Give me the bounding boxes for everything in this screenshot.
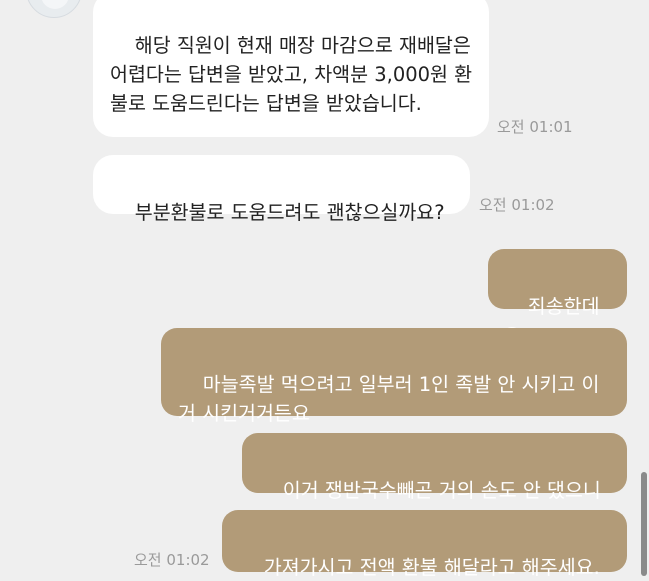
message-timestamp: 오전 01:02 <box>134 551 210 569</box>
chat-window: 해당 직원이 현재 매장 마감으로 재배달은 어렵다는 답변을 받았고, 차액분… <box>0 0 649 581</box>
message-bubble-me[interactable]: 죄송한데요. <box>488 249 627 347</box>
message-timestamp: 오전 01:01 <box>497 118 573 136</box>
message-bubble-me[interactable]: 이거 쟁반국수빼곤 거의 손도 안 댔으니 <box>242 433 627 502</box>
scrollbar-thumb[interactable] <box>641 472 647 576</box>
message-bubble-me[interactable]: 가져가시고 전액 환불 해달라고 해주세요. <box>222 510 627 579</box>
message-bubble-agent[interactable]: 해당 직원이 현재 매장 마감으로 재배달은 어렵다는 답변을 받았고, 차액분… <box>93 0 489 137</box>
message-bubble-agent[interactable]: 부분환불로 도움드려도 괜찮으실까요? <box>93 155 470 224</box>
message-timestamp: 오전 01:02 <box>479 196 555 214</box>
message-text: 마늘족발 먹으려고 일부러 1인 족발 안 시키고 이거 시킨거거든요 <box>178 373 600 425</box>
message-bubble-me[interactable]: 마늘족발 먹으려고 일부러 1인 족발 안 시키고 이거 시킨거거든요 <box>161 328 627 425</box>
avatar-face <box>41 0 69 9</box>
agent-avatar-icon[interactable] <box>26 0 82 18</box>
message-text: 이거 쟁반국수빼곤 거의 손도 안 댔으니 <box>282 479 601 502</box>
message-text: 부분환불로 도움드려도 괜찮으실까요? <box>134 201 445 224</box>
message-text: 해당 직원이 현재 매장 마감으로 재배달은 어렵다는 답변을 받았고, 차액분… <box>110 34 477 115</box>
message-text: 가져가시고 전액 환불 해달라고 해주세요. <box>263 556 600 579</box>
